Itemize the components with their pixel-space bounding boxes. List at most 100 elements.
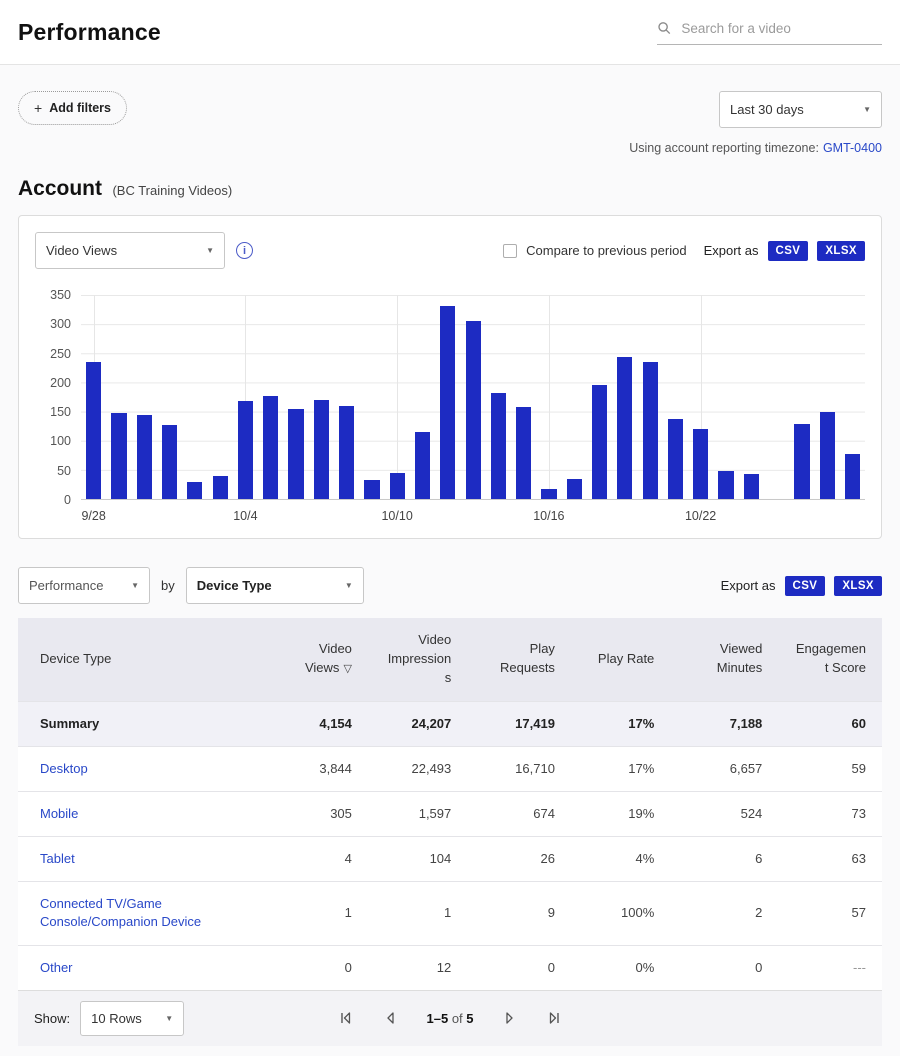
timezone-note: Using account reporting timezone: GMT-040…: [629, 141, 882, 155]
next-page-button[interactable]: [502, 1010, 518, 1026]
chart-bar: [617, 357, 632, 499]
previous-page-button[interactable]: [382, 1010, 398, 1026]
chevron-down-icon: ▼: [165, 1014, 173, 1023]
account-heading: Account (BC Training Videos): [18, 177, 882, 201]
timezone-link[interactable]: GMT-0400: [823, 141, 882, 155]
chart-bar-slot: [511, 295, 536, 499]
chart-bar: [314, 400, 329, 499]
first-page-button[interactable]: [338, 1010, 354, 1026]
chart-y-tick-label: 150: [50, 405, 71, 419]
chart-metric-controls: Video Views ▼ i: [35, 232, 253, 269]
breakdown-controls: Performance ▼ by Device Type ▼ Export as…: [18, 567, 882, 604]
table-row: Desktop 3,844 22,493 16,710 17% 6,657 59: [18, 746, 882, 791]
chart-bar-slot: [132, 295, 157, 499]
col-viewed-minutes[interactable]: Viewed Minutes: [670, 618, 778, 701]
add-filters-button[interactable]: + Add filters: [18, 91, 127, 125]
col-play-requests[interactable]: Play Requests: [467, 618, 571, 701]
chart-bar-slot: [435, 295, 460, 499]
chart-bar-slot: [638, 295, 663, 499]
table-header-row: Device Type Video Views▽ Video Impressio…: [18, 618, 882, 701]
chart-bar-slot: [713, 295, 738, 499]
chart-bar: [339, 406, 354, 499]
chart-y-tick-label: 0: [64, 493, 71, 507]
chart-x-tick-label: 10/22: [685, 509, 716, 523]
chart-bar: [643, 362, 658, 499]
chevron-right-icon: [502, 1010, 518, 1026]
chart-bar-slot: [233, 295, 258, 499]
chart-bar-slot: [562, 295, 587, 499]
export-xlsx-button[interactable]: XLSX: [817, 241, 865, 261]
device-link[interactable]: Other: [18, 945, 269, 990]
export-as-label: Export as: [721, 578, 776, 593]
chart-bar: [592, 385, 607, 499]
device-link[interactable]: Desktop: [18, 746, 269, 791]
last-page-icon: [546, 1010, 562, 1026]
top-bar: Performance: [0, 0, 900, 65]
col-engagement-score[interactable]: Engagement Score: [778, 618, 882, 701]
chart-bar: [744, 474, 759, 499]
chart-bar: [820, 412, 835, 499]
compare-checkbox[interactable]: [503, 244, 517, 258]
chart-bar-slot: [840, 295, 865, 499]
chart-bar-slot: [309, 295, 334, 499]
pagination: 1–5 of 5: [338, 1010, 561, 1026]
account-title: Account: [18, 177, 102, 200]
dimension-select[interactable]: Performance ▼: [18, 567, 150, 604]
col-play-rate[interactable]: Play Rate: [571, 618, 670, 701]
search-input[interactable]: [679, 20, 882, 37]
chart-bar: [137, 415, 152, 500]
table-row-summary: Summary 4,154 24,207 17,419 17% 7,188 60: [18, 701, 882, 746]
date-range-select[interactable]: Last 30 days ▼: [719, 91, 882, 128]
chart-bar: [516, 407, 531, 499]
chart-bar: [111, 413, 126, 499]
bar-chart: 050100150200250300350 9/2810/410/1010/16…: [35, 295, 865, 526]
chart-bar: [390, 473, 405, 499]
chart-bar-slot: [789, 295, 814, 499]
last-page-button[interactable]: [546, 1010, 562, 1026]
table-row: Mobile 305 1,597 674 19% 524 73: [18, 791, 882, 836]
table-export-controls: Export as CSV XLSX: [721, 576, 882, 596]
sort-desc-icon: ▽: [343, 663, 351, 675]
chart-bar-slot: [385, 295, 410, 499]
col-video-views[interactable]: Video Views▽: [269, 618, 368, 701]
chart-bar: [794, 424, 809, 499]
device-link[interactable]: Mobile: [18, 791, 269, 836]
breakdown-type-select[interactable]: Device Type ▼: [186, 567, 364, 604]
add-filters-label: Add filters: [49, 101, 111, 115]
table-row: Tablet 4 104 26 4% 6 63: [18, 837, 882, 882]
timezone-prefix: Using account reporting timezone:: [629, 141, 819, 155]
chart-bar-slot: [486, 295, 511, 499]
page-range-text: 1–5 of 5: [426, 1011, 473, 1026]
chart-x-tick-label: 10/10: [381, 509, 412, 523]
rows-per-page-control: Show: 10 Rows ▼: [34, 1001, 184, 1036]
chevron-down-icon: ▼: [131, 581, 139, 590]
video-search[interactable]: [657, 20, 882, 45]
chart-bar-slot: [410, 295, 435, 499]
export-xlsx-button[interactable]: XLSX: [834, 576, 882, 596]
col-video-impressions[interactable]: Video Impressions: [368, 618, 467, 701]
chart-x-tick-label: 10/4: [233, 509, 257, 523]
device-link[interactable]: Connected TV/Game Console/Companion Devi…: [18, 882, 269, 945]
chart-bar: [162, 425, 177, 499]
main-content: + Add filters Last 30 days ▼ Using accou…: [0, 65, 900, 1056]
chevron-down-icon: ▼: [206, 246, 214, 255]
info-icon[interactable]: i: [236, 242, 253, 259]
chart-bar-slot: [182, 295, 207, 499]
rows-per-page-value: 10 Rows: [91, 1011, 142, 1026]
table-row: Connected TV/Game Console/Companion Devi…: [18, 882, 882, 945]
chart-bar-slot: [460, 295, 485, 499]
export-csv-button[interactable]: CSV: [768, 241, 809, 261]
export-as-label: Export as: [704, 243, 759, 258]
device-name: Summary: [18, 701, 269, 746]
chart-bar-slot: [157, 295, 182, 499]
rows-per-page-select[interactable]: 10 Rows ▼: [80, 1001, 184, 1036]
chart-y-tick-label: 300: [50, 317, 71, 331]
chevron-left-icon: [382, 1010, 398, 1026]
chart-x-axis: 9/2810/410/1010/1610/22: [81, 500, 865, 526]
export-csv-button[interactable]: CSV: [785, 576, 826, 596]
metric-select[interactable]: Video Views ▼: [35, 232, 225, 269]
plus-icon: +: [34, 100, 42, 116]
device-link[interactable]: Tablet: [18, 837, 269, 882]
first-page-icon: [338, 1010, 354, 1026]
account-subtitle: (BC Training Videos): [112, 183, 232, 198]
